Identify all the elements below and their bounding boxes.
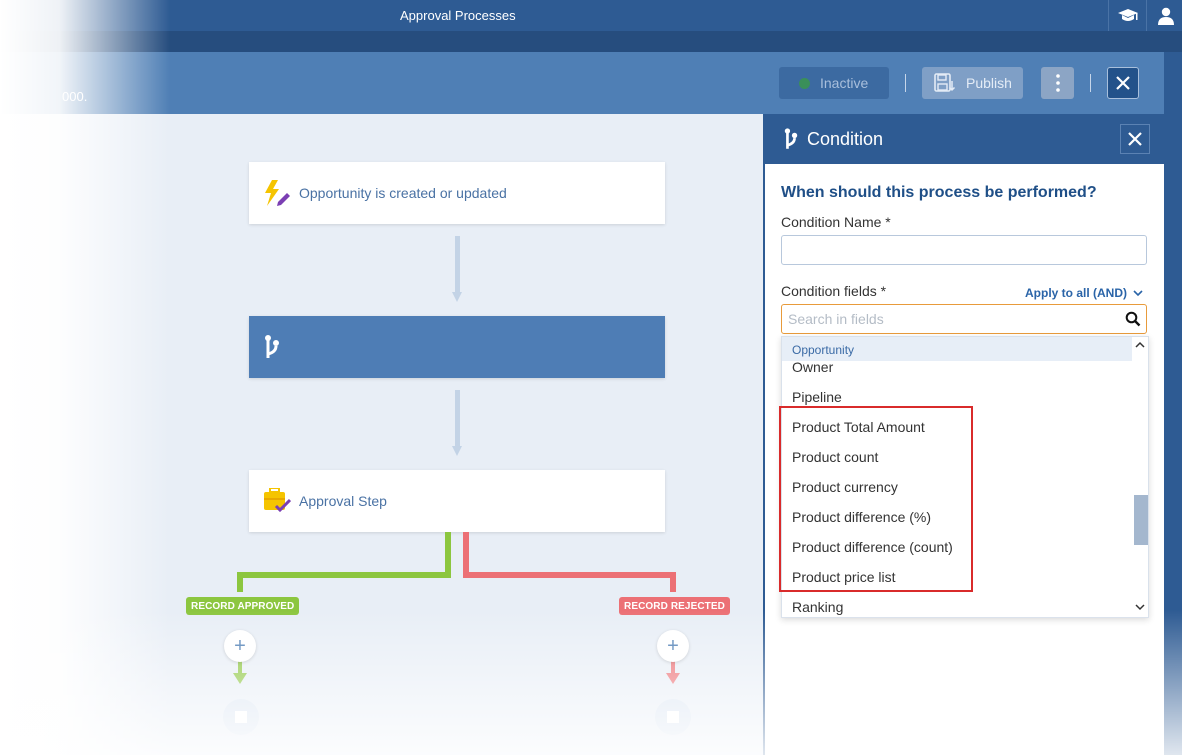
process-description: 000. <box>62 89 88 104</box>
process-toolbar: 000. Inactive Publish <box>0 52 1164 114</box>
close-icon <box>1116 76 1130 90</box>
end-node-rejected <box>655 699 691 735</box>
condition-name-input[interactable] <box>781 235 1147 265</box>
graduation-cap-icon <box>1117 8 1138 21</box>
stop-icon <box>235 711 247 723</box>
academy-button[interactable] <box>1108 0 1146 31</box>
inactive-label: Inactive <box>820 75 869 91</box>
search-input[interactable] <box>788 310 1118 328</box>
branch-icon <box>265 335 279 358</box>
inactive-toggle-button[interactable]: Inactive <box>779 67 889 99</box>
close-editor-button[interactable] <box>1107 67 1139 99</box>
plus-icon: + <box>667 634 679 657</box>
status-dot-icon <box>799 77 810 89</box>
field-dropdown-list: Opportunity Owner Pipeline Product Total… <box>781 336 1149 618</box>
approval-step-label: Approval Step <box>299 493 387 509</box>
record-approved-badge: RECORD APPROVED <box>186 597 300 615</box>
group-header-opportunity: Opportunity <box>782 337 1132 361</box>
branch-icon <box>784 128 798 149</box>
vertical-dots-icon <box>1055 74 1060 92</box>
option-ranking[interactable]: Ranking <box>792 599 843 615</box>
lightning-edit-icon <box>265 180 290 206</box>
condition-panel-header: Condition <box>765 114 1164 164</box>
publish-button[interactable]: Publish <box>922 67 1023 99</box>
trigger-label: Opportunity is created or updated <box>299 185 507 201</box>
option-product-difference-count[interactable]: Product difference (count) <box>792 539 953 555</box>
field-search <box>781 304 1147 334</box>
approval-step-node[interactable]: Approval Step <box>249 470 665 532</box>
scrollbar-thumb[interactable] <box>1134 495 1148 545</box>
close-panel-button[interactable] <box>1120 124 1150 154</box>
end-node-approved <box>223 699 259 735</box>
condition-node[interactable] <box>249 316 665 378</box>
top-bar: Approval Processes <box>0 0 1182 31</box>
option-owner[interactable]: Owner <box>792 359 833 375</box>
condition-panel: Condition When should this process be pe… <box>763 114 1164 755</box>
panel-question: When should this process be performed? <box>781 184 1097 201</box>
user-menu-button[interactable] <box>1146 0 1182 31</box>
condition-fields-label: Condition fields * <box>781 283 887 299</box>
chevron-down-icon[interactable] <box>1134 601 1146 613</box>
chevron-up-icon[interactable] <box>1134 339 1146 351</box>
user-icon <box>1157 7 1174 25</box>
condition-name-label: Condition Name * <box>781 214 891 230</box>
sub-header-strip <box>0 31 1182 52</box>
scrollbar-track[interactable] <box>1134 357 1148 597</box>
approval-briefcase-icon <box>264 488 291 513</box>
publish-label: Publish <box>966 75 1012 91</box>
publish-icon <box>934 73 956 93</box>
record-rejected-badge: RECORD REJECTED <box>619 597 730 615</box>
panel-edge <box>1164 52 1182 755</box>
stop-icon <box>667 711 679 723</box>
chevron-down-icon <box>1133 289 1143 297</box>
toolbar-divider <box>905 74 906 92</box>
app-title: Approval Processes <box>400 8 516 23</box>
apply-label: Apply to all (AND) <box>1025 286 1127 300</box>
process-canvas: Opportunity is created or updated Approv… <box>0 114 763 755</box>
panel-title: Condition <box>807 128 884 149</box>
close-icon <box>1128 132 1142 146</box>
plus-icon: + <box>234 634 246 657</box>
option-product-total-amount[interactable]: Product Total Amount <box>792 419 925 435</box>
more-options-button[interactable] <box>1041 67 1074 99</box>
option-pipeline[interactable]: Pipeline <box>792 389 842 405</box>
trigger-node[interactable]: Opportunity is created or updated <box>249 162 665 224</box>
add-step-approved-button[interactable]: + <box>224 630 256 662</box>
option-product-difference-percent[interactable]: Product difference (%) <box>792 509 931 525</box>
add-step-rejected-button[interactable]: + <box>657 630 689 662</box>
option-product-count[interactable]: Product count <box>792 449 878 465</box>
search-icon[interactable] <box>1125 311 1141 327</box>
toolbar-divider <box>1090 74 1091 92</box>
option-product-price-list[interactable]: Product price list <box>792 569 895 585</box>
option-product-currency[interactable]: Product currency <box>792 479 898 495</box>
apply-to-all-dropdown[interactable]: Apply to all (AND) <box>1025 286 1143 300</box>
flow-arrow <box>452 236 462 302</box>
flow-arrow <box>452 390 462 456</box>
